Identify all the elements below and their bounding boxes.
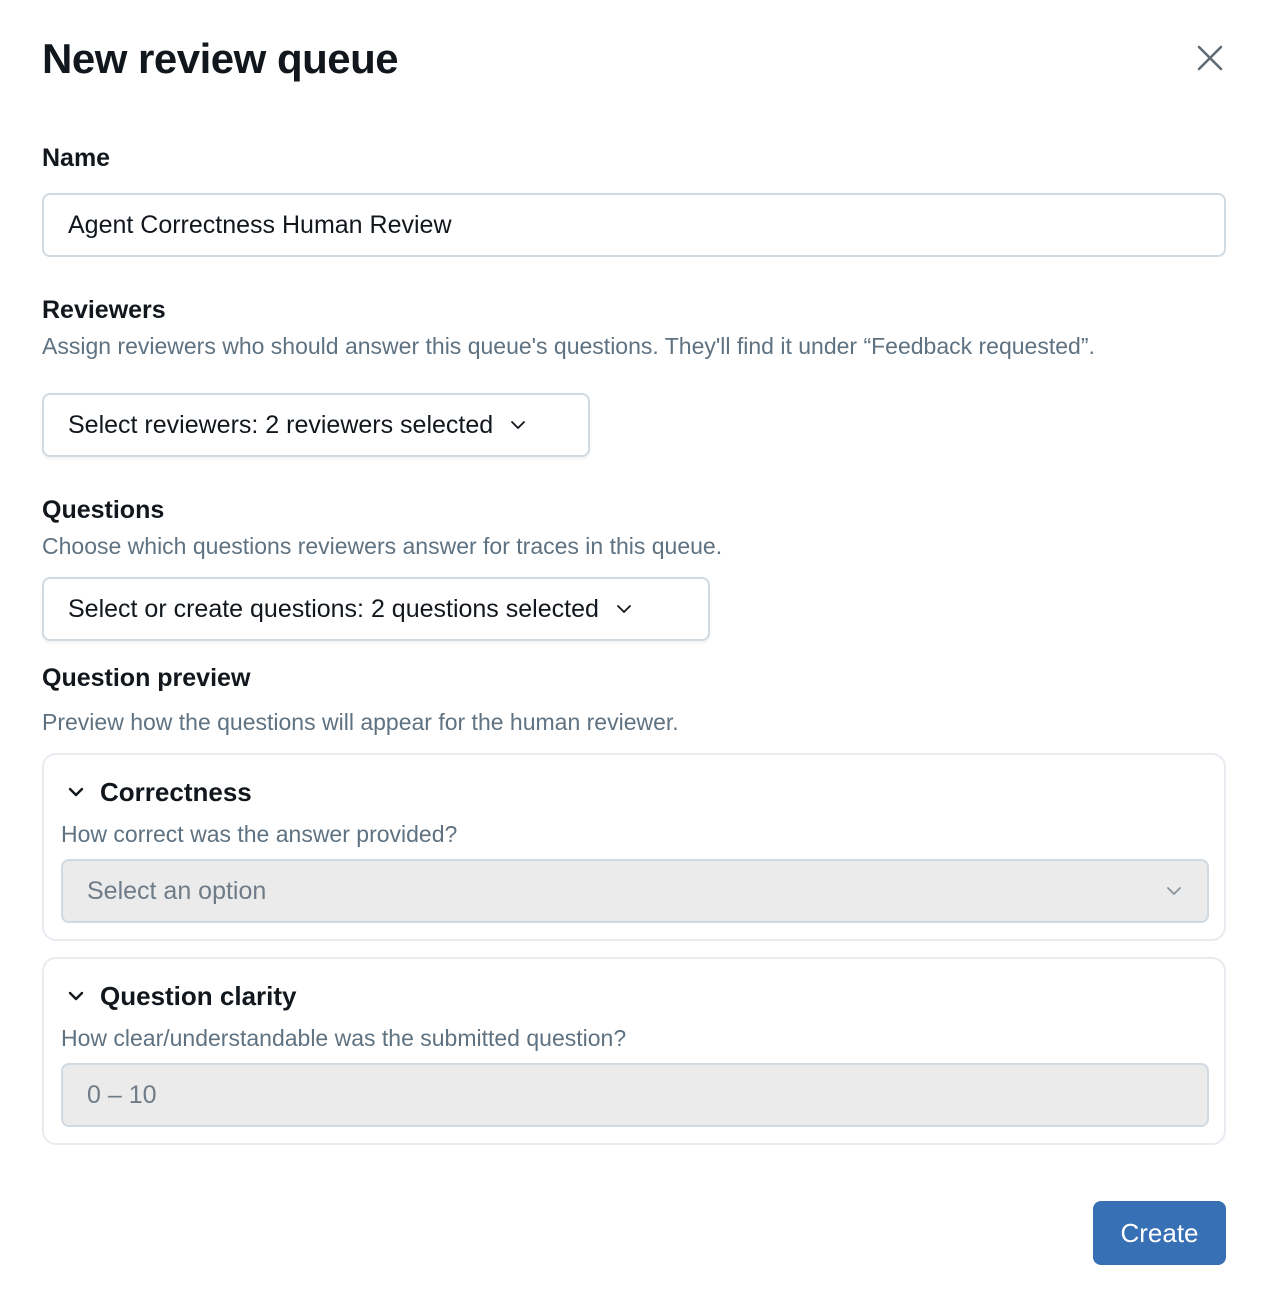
question-card-clarity: Question clarity How clear/understandabl… [42,957,1226,1145]
select-questions-label: Select or create questions: 2 questions … [68,594,599,623]
select-questions-button[interactable]: Select or create questions: 2 questions … [42,577,710,641]
questions-description: Choose which questions reviewers answer … [42,533,723,559]
close-icon [1197,45,1223,71]
question-card-header[interactable]: Question clarity [66,979,297,1013]
chevron-down-icon [68,787,84,797]
select-reviewers-button[interactable]: Select reviewers: 2 reviewers selected [42,393,590,457]
new-review-queue-dialog: New review queue Name Agent Correctness … [0,0,1264,1304]
select-placeholder: Select an option [87,876,267,905]
number-placeholder: 0 – 10 [87,1080,157,1109]
question-card-title: Correctness [100,777,252,807]
correctness-option-select: Select an option [61,859,1209,923]
questions-label: Questions [42,496,165,524]
question-card-text: How clear/understandable was the submitt… [61,1025,627,1051]
question-card-title: Question clarity [100,981,297,1011]
question-preview-label: Question preview [42,664,251,692]
clarity-number-input: 0 – 10 [61,1063,1209,1127]
reviewers-label: Reviewers [42,296,166,324]
question-card-text: How correct was the answer provided? [61,821,458,847]
question-card-correctness: Correctness How correct was the answer p… [42,753,1226,941]
create-button[interactable]: Create [1093,1201,1226,1265]
chevron-down-icon [1167,887,1181,895]
question-preview-description: Preview how the questions will appear fo… [42,709,679,735]
name-input-value: Agent Correctness Human Review [68,210,452,239]
chevron-down-icon [68,991,84,1001]
select-reviewers-label: Select reviewers: 2 reviewers selected [68,410,494,439]
chevron-down-icon [615,600,633,618]
question-card-header[interactable]: Correctness [66,775,252,809]
dialog-title: New review queue [42,35,399,82]
name-input[interactable]: Agent Correctness Human Review [42,193,1226,257]
chevron-down-icon [509,416,527,434]
close-button[interactable] [1190,38,1230,78]
name-label: Name [42,144,111,172]
reviewers-description: Assign reviewers who should answer this … [42,333,1095,359]
